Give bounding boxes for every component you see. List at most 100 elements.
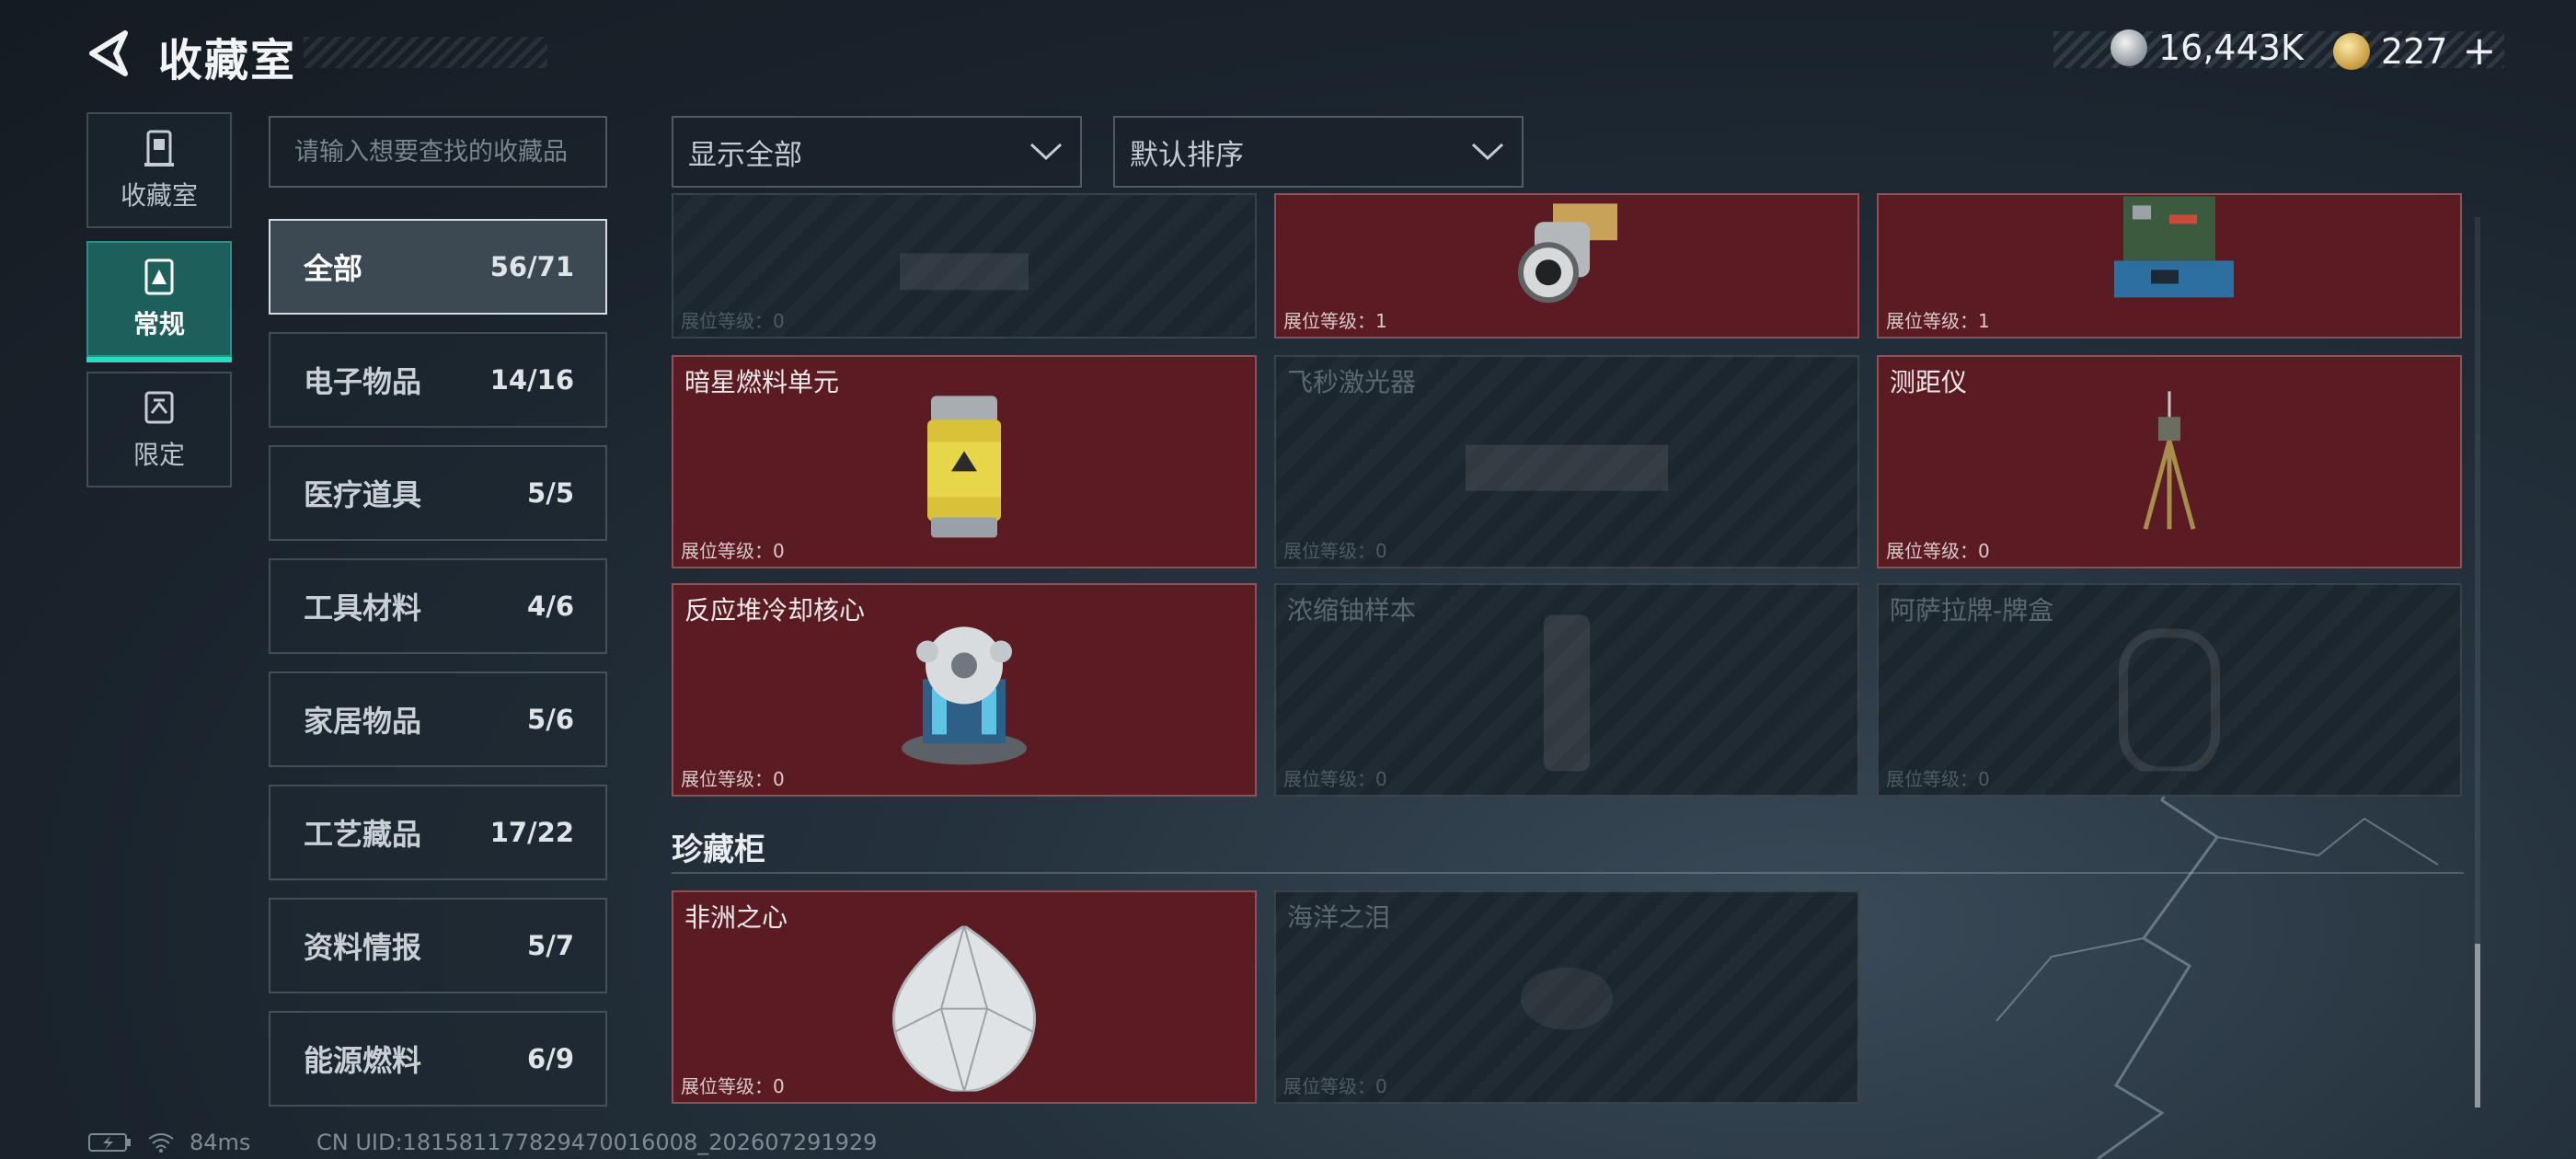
uranium-tube-icon [1544, 614, 1590, 772]
ping-text: 84ms [190, 1130, 251, 1155]
category-count: 6/9 [527, 1043, 574, 1074]
diamond-icon [892, 925, 1036, 1092]
rail-tab-label: 常规 [132, 309, 185, 339]
gold-coin-icon [2333, 32, 2370, 70]
status-footer: 84ms [88, 1130, 250, 1155]
display-filter-value: 显示全部 [688, 138, 802, 172]
sort-value: 默认排序 [1130, 138, 1244, 172]
booth-level: 展位等级：0 [681, 768, 785, 790]
grid-scrollbar-thumb[interactable] [2475, 944, 2480, 1107]
fuel-canister-icon [927, 396, 1001, 538]
rail-tab-limited[interactable]: 限定 [86, 372, 232, 488]
booth-level: 展位等级：0 [1886, 768, 1990, 790]
item-name: 飞秒激光器 [1287, 367, 1417, 397]
category-count: 14/16 [489, 364, 574, 396]
collection-card[interactable]: 测距仪 展位等级：0 [1877, 355, 2462, 568]
reactor-core-icon [902, 626, 1027, 765]
collection-card[interactable]: 展位等级：1 [1274, 193, 1859, 339]
category-tools[interactable]: 工具材料 4/6 [269, 558, 607, 654]
sort-dropdown[interactable]: 默认排序 [1113, 116, 1524, 188]
booth-level: 展位等级：0 [1283, 768, 1387, 790]
page-title: 收藏室 [158, 35, 297, 86]
item-name: 测距仪 [1890, 367, 1968, 397]
booth-level: 展位等级：1 [1283, 310, 1387, 332]
display-filter-dropdown[interactable]: 显示全部 [672, 116, 1082, 188]
currency-silver: 16,443K [2110, 28, 2304, 68]
limited-icon [144, 391, 174, 424]
category-name: 电子物品 [304, 364, 422, 399]
category-name: 能源燃料 [304, 1043, 422, 1078]
silver-coin-icon [2110, 29, 2147, 66]
collection-card[interactable]: 展位等级：0 [672, 193, 1257, 339]
booth-level: 展位等级：1 [1886, 310, 1990, 332]
booth-level: 展位等级：0 [1283, 540, 1387, 562]
category-electronics[interactable]: 电子物品 14/16 [269, 332, 607, 428]
category-count: 4/6 [527, 591, 574, 622]
lens-device-icon [1518, 202, 1617, 303]
circuit-box-icon [2114, 195, 2234, 297]
item-name: 海洋之泪 [1287, 902, 1391, 933]
search-box[interactable] [269, 116, 607, 188]
category-all[interactable]: 全部 56/71 [269, 219, 607, 315]
gold-amount: 227 [2381, 30, 2448, 72]
collection-card[interactable]: 暗星燃料单元 展位等级：0 [672, 355, 1257, 568]
device-icon [900, 253, 1029, 291]
category-name: 工艺藏品 [304, 817, 422, 852]
collection-card[interactable]: 反应堆冷却核心 展位等级：0 [672, 583, 1257, 797]
rail-tab-regular[interactable]: 常规 [86, 241, 232, 362]
wifi-icon [148, 1133, 174, 1153]
currency-gold: 227 + [2333, 28, 2496, 75]
add-currency-button[interactable]: + [2463, 28, 2497, 75]
category-count: 17/22 [489, 817, 574, 848]
booth-level: 展位等级：0 [1283, 1075, 1387, 1097]
rail-tab-label: 限定 [132, 440, 185, 470]
category-intel[interactable]: 资料情报 5/7 [269, 898, 607, 993]
back-arrow-icon[interactable] [85, 28, 136, 79]
chevron-down-icon [1471, 143, 1504, 161]
category-count: 56/71 [489, 251, 574, 282]
category-name: 全部 [304, 251, 363, 286]
collection-card[interactable]: 飞秒激光器 展位等级：0 [1274, 355, 1859, 568]
collection-card[interactable]: 展位等级：1 [1877, 193, 2462, 339]
regular-icon [144, 258, 174, 295]
item-name: 反应堆冷却核心 [684, 595, 866, 625]
booth-level: 展位等级：0 [1886, 540, 1990, 562]
category-name: 医疗道具 [304, 477, 422, 512]
collection-card[interactable]: 非洲之心 展位等级：0 [672, 890, 1257, 1104]
card-box-icon [2119, 628, 2220, 772]
booth-level: 展位等级：0 [681, 540, 785, 562]
chevron-down-icon [1029, 143, 1063, 161]
sea-gem-icon [1521, 967, 1613, 1030]
booth-level: 展位等级：0 [681, 1075, 785, 1097]
category-home[interactable]: 家居物品 5/6 [269, 671, 607, 767]
category-name: 资料情报 [304, 930, 422, 965]
collection-card[interactable]: 浓缩铀样本 展位等级：0 [1274, 583, 1859, 797]
category-count: 5/5 [527, 477, 574, 509]
category-name: 家居物品 [304, 704, 422, 739]
rail-tab-label: 收藏室 [120, 180, 198, 211]
item-name: 阿萨拉牌-牌盒 [1890, 595, 2054, 625]
silver-amount: 16,443K [2158, 28, 2304, 68]
title-decoration [304, 37, 547, 68]
collection-room-icon [144, 130, 174, 166]
category-medical[interactable]: 医疗道具 5/5 [269, 445, 607, 541]
laser-box-icon [1466, 444, 1668, 491]
top-bar: 收藏室 16,443K 227 + [0, 0, 2576, 110]
category-energy[interactable]: 能源燃料 6/9 [269, 1011, 607, 1107]
booth-level: 展位等级：0 [681, 310, 785, 332]
tripod-icon [2143, 391, 2196, 530]
item-name: 非洲之心 [684, 902, 788, 933]
uid-text: CN UID:1815811778294700160​08_2026072919… [316, 1130, 878, 1155]
item-name: 暗星燃料单元 [684, 367, 840, 397]
section-title-showcase: 珍藏柜 [672, 832, 765, 868]
category-count: 5/7 [527, 930, 574, 961]
rail-tab-collection-room[interactable]: 收藏室 [86, 112, 232, 228]
category-crafts[interactable]: 工艺藏品 17/22 [269, 785, 607, 880]
section-divider [672, 872, 2464, 874]
search-input[interactable] [294, 137, 581, 166]
collection-card[interactable]: 海洋之泪 展位等级：0 [1274, 890, 1859, 1104]
battery-charging-icon [88, 1133, 131, 1152]
collection-card[interactable]: 阿萨拉牌-牌盒 展位等级：0 [1877, 583, 2462, 797]
category-name: 工具材料 [304, 591, 422, 625]
category-count: 5/6 [527, 704, 574, 735]
